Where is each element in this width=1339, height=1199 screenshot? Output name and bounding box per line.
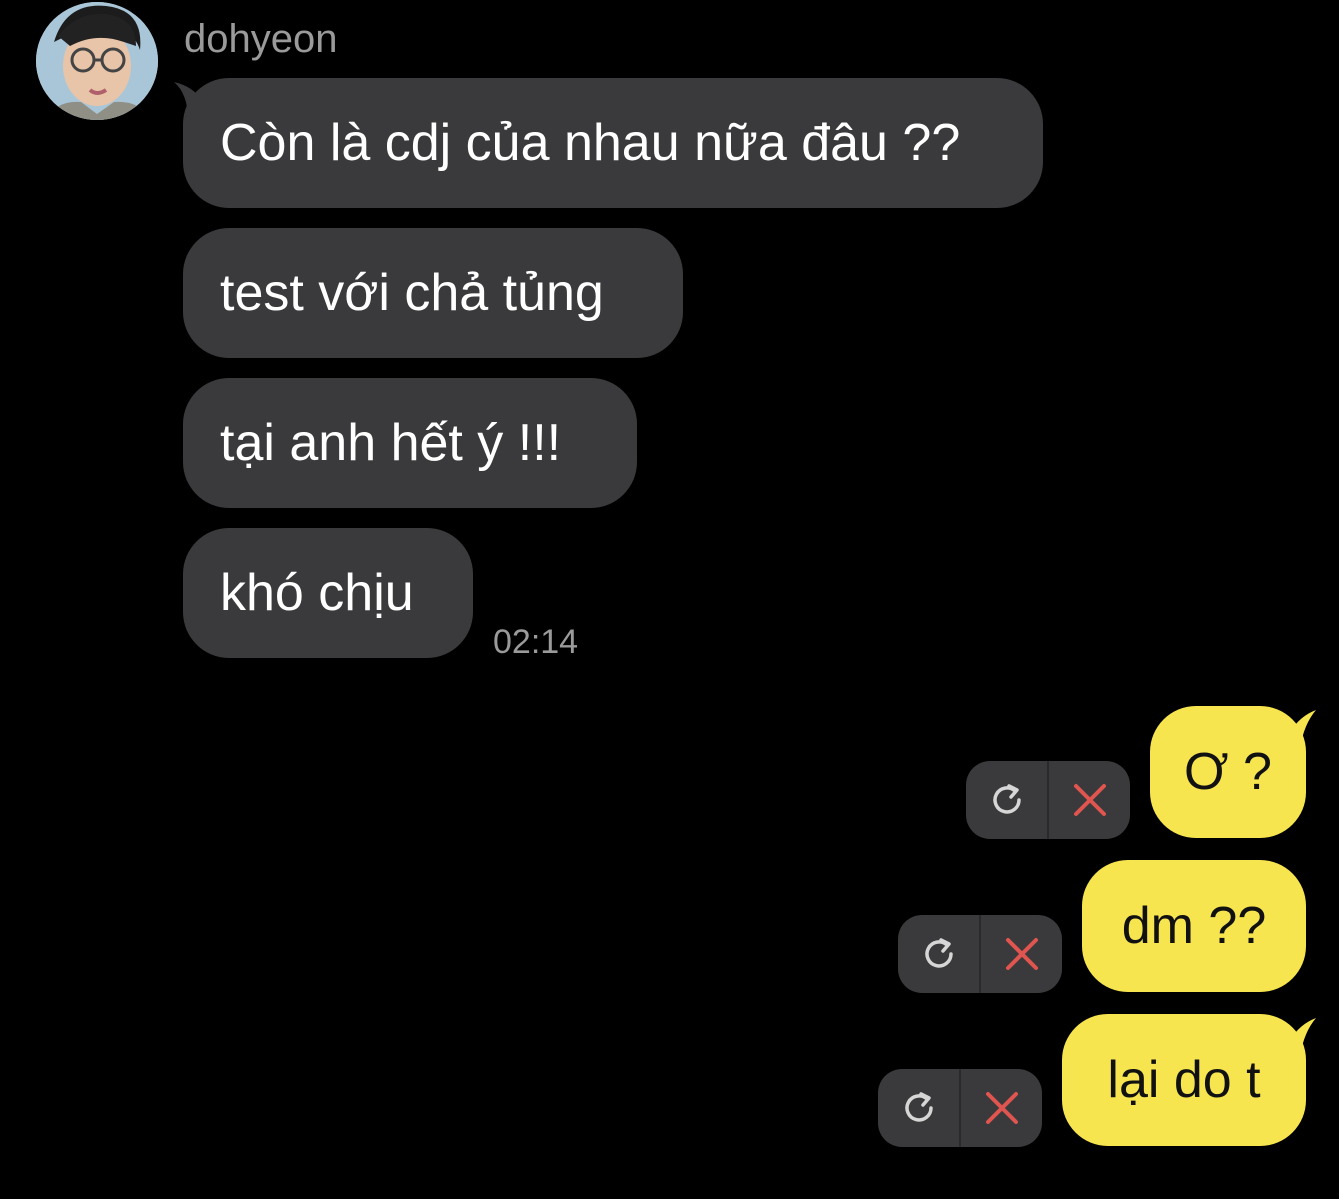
outgoing-message[interactable]: lại do t (1062, 1014, 1306, 1146)
message-text: Còn là cdj của nhau nữa đâu ?? (220, 114, 961, 172)
outgoing-message[interactable]: Ơ ? (1150, 706, 1306, 838)
delete-button[interactable] (981, 915, 1062, 993)
message-text: khó chịu (220, 564, 414, 622)
delete-button[interactable] (961, 1069, 1042, 1147)
sender-name: dohyeon (184, 17, 338, 61)
incoming-message[interactable]: khó chịu (183, 528, 473, 658)
retry-button[interactable] (898, 915, 979, 993)
retry-button[interactable] (966, 761, 1047, 839)
message-text: test với chả tủng (220, 264, 604, 322)
message-text: dm ?? (1121, 897, 1267, 955)
failed-message-actions (878, 1069, 1042, 1147)
retry-button[interactable] (878, 1069, 959, 1147)
outgoing-message[interactable]: dm ?? (1082, 860, 1306, 992)
retry-icon (992, 784, 1021, 814)
close-icon (1073, 784, 1106, 816)
retry-icon (924, 938, 953, 968)
message-text: lại do t (1107, 1051, 1261, 1109)
message-text: tại anh hết ý !!! (220, 414, 562, 472)
message-timestamp: 02:14 (493, 623, 579, 661)
delete-button[interactable] (1049, 761, 1130, 839)
avatar[interactable] (36, 2, 158, 120)
incoming-message[interactable]: tại anh hết ý !!! (183, 378, 637, 508)
incoming-message[interactable]: Còn là cdj của nhau nữa đâu ?? (183, 78, 1043, 208)
incoming-message[interactable]: test với chả tủng (183, 228, 683, 358)
close-icon (1005, 938, 1038, 970)
close-icon (985, 1092, 1018, 1124)
message-text: Ơ ? (1184, 743, 1272, 801)
failed-message-actions (966, 761, 1130, 839)
failed-message-actions (898, 915, 1062, 993)
retry-icon (904, 1092, 933, 1122)
